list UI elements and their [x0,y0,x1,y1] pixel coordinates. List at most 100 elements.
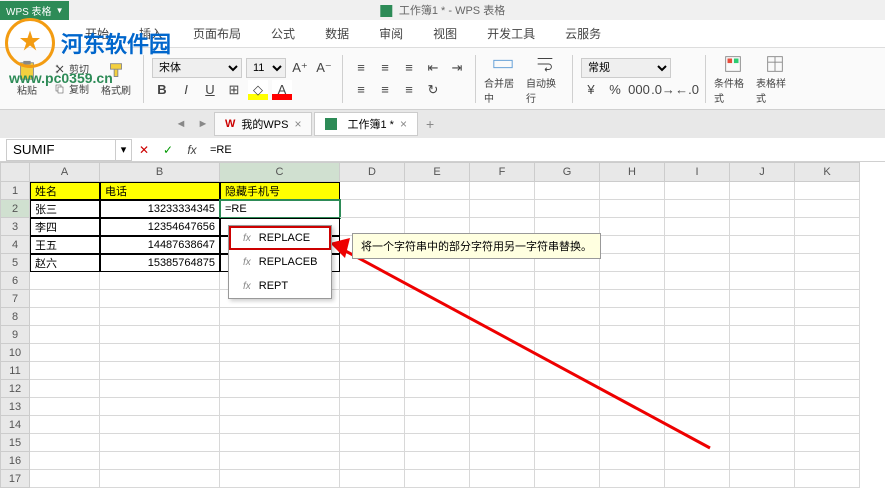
cell[interactable] [665,344,730,362]
cell[interactable] [535,452,600,470]
cell[interactable] [795,452,860,470]
cell[interactable] [405,326,470,344]
cell[interactable] [100,416,220,434]
cell[interactable] [405,398,470,416]
cell[interactable] [795,290,860,308]
cell[interactable] [405,344,470,362]
close-tab-icon[interactable]: × [294,117,301,131]
cell[interactable] [405,416,470,434]
font-size-select[interactable]: 11 [246,58,286,78]
menu-cloud[interactable]: 云服务 [550,20,616,47]
name-box[interactable] [6,139,116,161]
cell[interactable] [795,182,860,200]
cell[interactable] [665,416,730,434]
conditional-format-button[interactable]: 条件格式 [714,53,752,105]
row-header[interactable]: 5 [0,254,30,272]
menu-insert[interactable]: 插入 [124,20,178,47]
cell[interactable] [535,344,600,362]
cell[interactable] [535,308,600,326]
cell[interactable] [340,416,405,434]
tab-nav-prev[interactable]: ◄ [172,115,190,133]
cell[interactable] [600,290,665,308]
cell[interactable] [30,326,100,344]
cell[interactable] [100,452,220,470]
cell[interactable] [340,380,405,398]
cell[interactable] [730,362,795,380]
percent-button[interactable]: % [605,80,625,100]
formula-confirm-button[interactable]: ✓ [156,139,180,161]
cell[interactable] [600,434,665,452]
cell[interactable] [535,290,600,308]
cell[interactable] [795,470,860,488]
cell[interactable] [665,272,730,290]
cell[interactable] [470,326,535,344]
cell[interactable] [600,398,665,416]
cell[interactable] [220,398,340,416]
fill-color-button[interactable]: ◇ [248,80,268,100]
increase-font-button[interactable]: A⁺ [290,58,310,78]
col-header[interactable]: C [220,162,340,182]
border-button[interactable]: ⊞ [224,80,244,100]
cell[interactable] [665,200,730,218]
row-header[interactable]: 3 [0,218,30,236]
table-style-button[interactable]: 表格样式 [756,53,794,105]
cell[interactable] [600,254,665,272]
row-header[interactable]: 13 [0,398,30,416]
row-header[interactable]: 14 [0,416,30,434]
merge-center-button[interactable]: 合并居中 [484,53,522,105]
cell[interactable] [600,362,665,380]
cell[interactable] [470,272,535,290]
cell[interactable] [405,452,470,470]
cell[interactable] [100,398,220,416]
cell[interactable] [100,470,220,488]
cell[interactable] [535,326,600,344]
orientation-button[interactable]: ↻ [423,80,443,100]
align-right-button[interactable]: ≡ [399,80,419,100]
cell[interactable] [730,308,795,326]
cell[interactable] [340,290,405,308]
indent-increase-button[interactable]: ⇥ [447,58,467,78]
cell[interactable] [470,398,535,416]
cell[interactable] [220,344,340,362]
tab-nav-next[interactable]: ► [194,115,212,133]
cell[interactable] [730,344,795,362]
cell[interactable] [665,326,730,344]
cell[interactable] [730,326,795,344]
format-painter-button[interactable]: 格式刷 [97,53,135,105]
fx-button[interactable]: fx [180,139,204,161]
cell[interactable] [535,380,600,398]
cell[interactable] [470,290,535,308]
cell[interactable] [30,452,100,470]
menu-developer[interactable]: 开发工具 [472,20,550,47]
cell[interactable] [220,434,340,452]
cell[interactable] [795,380,860,398]
comma-button[interactable]: 000 [629,80,649,100]
cut-button[interactable]: 剪切 [50,60,93,78]
cell[interactable] [730,272,795,290]
row-header[interactable]: 7 [0,290,30,308]
cell[interactable] [535,272,600,290]
cell[interactable] [600,326,665,344]
paste-button[interactable]: 粘贴 [8,53,46,105]
menu-page-layout[interactable]: 页面布局 [178,20,256,47]
cell[interactable]: 李四 [30,218,100,236]
cell[interactable] [795,362,860,380]
row-header[interactable]: 4 [0,236,30,254]
cell[interactable] [730,200,795,218]
cell[interactable] [600,344,665,362]
cell[interactable] [730,434,795,452]
cell[interactable] [535,200,600,218]
cell[interactable] [100,434,220,452]
cell[interactable] [665,182,730,200]
row-header[interactable]: 11 [0,362,30,380]
cell[interactable] [665,434,730,452]
cell[interactable] [30,434,100,452]
cell[interactable] [730,416,795,434]
select-all-corner[interactable] [0,162,30,182]
cell[interactable] [730,236,795,254]
underline-button[interactable]: U [200,80,220,100]
cell[interactable] [665,380,730,398]
cell[interactable] [600,308,665,326]
cell[interactable] [600,236,665,254]
cell[interactable] [30,362,100,380]
